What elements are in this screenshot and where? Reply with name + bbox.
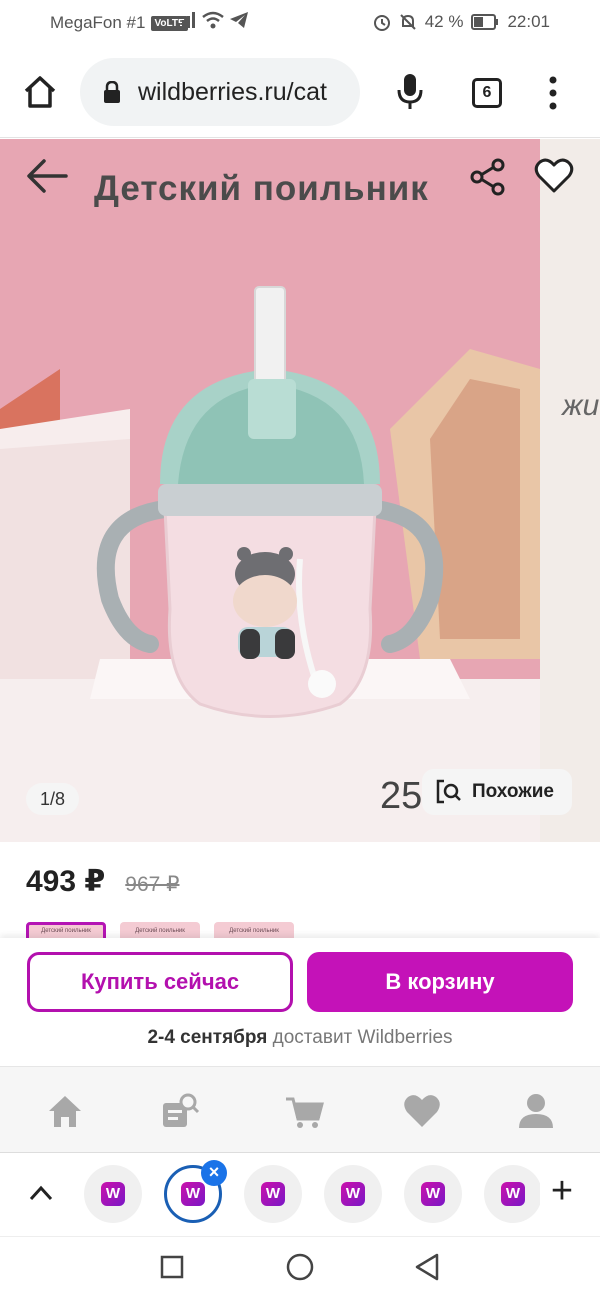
close-tab-icon[interactable]: × [201, 1160, 227, 1186]
more-menu-icon[interactable] [546, 76, 560, 110]
peek-text: жи [562, 389, 600, 422]
wifi-icon [202, 11, 224, 29]
back-triangle-icon[interactable] [414, 1253, 440, 1281]
wildberries-logo-icon: W [501, 1182, 525, 1206]
browser-toolbar: wildberries.ru/cat 6 [0, 46, 600, 138]
similar-label: Похожие [472, 781, 554, 802]
browser-tab[interactable]: W [244, 1165, 302, 1223]
browser-tab[interactable]: W [84, 1165, 142, 1223]
price-row: 493 ₽ 967 ₽ [26, 864, 180, 899]
browser-tab[interactable]: W [404, 1165, 462, 1223]
url-text: wildberries.ru/cat [138, 77, 327, 106]
status-right: 42 % 22:01 [373, 12, 550, 32]
battery-percent: 42 % [424, 12, 464, 31]
telegram-icon [230, 12, 248, 28]
delivery-dates: 2-4 сентября [147, 1027, 268, 1048]
carrier-name: MegaFon #1 [50, 13, 146, 32]
partial-image-number: 25 [380, 775, 423, 817]
lock-icon [104, 81, 120, 103]
carrier-info: MegaFon #1 VoLTE [50, 13, 188, 33]
recents-square-icon[interactable] [160, 1255, 184, 1279]
delivery-text: доставит Wildberries [267, 1027, 453, 1048]
address-bar[interactable]: wildberries.ru/cat [80, 58, 360, 126]
cart-icon[interactable] [284, 1091, 324, 1131]
wildberries-logo-icon: W [181, 1182, 205, 1206]
clock: 22:01 [507, 12, 550, 31]
buy-panel: Купить сейчас В корзину 2-4 сентября дос… [0, 938, 600, 1066]
current-price: 493 ₽ [26, 865, 106, 898]
status-bar: MegaFon #1 VoLTE 42 % 22:01 [0, 0, 600, 46]
browser-tab-strip: W W × W W W W + [0, 1152, 600, 1236]
add-to-cart-button[interactable]: В корзину [307, 952, 573, 1012]
thumbnail-option[interactable]: Детский поильник [120, 922, 200, 938]
delivery-info: 2-4 сентября доставит Wildberries [0, 1027, 600, 1049]
chevron-up-icon[interactable] [28, 1183, 54, 1203]
home-icon[interactable] [45, 1091, 85, 1131]
similar-search-icon [436, 779, 461, 804]
back-arrow-icon[interactable] [24, 155, 70, 197]
mute-bell-icon [399, 14, 416, 30]
battery-icon [471, 14, 499, 30]
favorites-icon[interactable] [402, 1091, 442, 1131]
image-counter: 1/8 [26, 783, 80, 815]
browser-tab[interactable]: W [324, 1165, 382, 1223]
microphone-icon[interactable] [396, 72, 424, 112]
color-thumbnails: Детский поильник Детский поильник Детски… [26, 922, 294, 938]
profile-icon[interactable] [516, 1091, 556, 1131]
similar-button[interactable]: Похожие [422, 769, 572, 815]
signal-icon [177, 12, 195, 28]
next-image-peek: жи [540, 139, 600, 842]
catalog-search-icon[interactable] [160, 1091, 200, 1131]
image-title-text: Детский поильник [94, 169, 429, 208]
alarm-icon [373, 15, 390, 31]
buy-now-button[interactable]: Купить сейчас [27, 952, 293, 1012]
wildberries-logo-icon: W [341, 1182, 365, 1206]
wildberries-logo-icon: W [261, 1182, 285, 1206]
tab-switcher-button[interactable]: 6 [472, 78, 502, 108]
product-image [0, 139, 540, 842]
home-icon[interactable] [22, 74, 58, 110]
system-navigation-bar [0, 1236, 600, 1299]
heart-icon[interactable] [534, 157, 574, 195]
share-icon[interactable] [468, 157, 508, 197]
new-tab-button[interactable]: + [540, 1171, 584, 1215]
wildberries-logo-icon: W [101, 1182, 125, 1206]
thumbnail-option[interactable]: Детский поильник [26, 922, 106, 938]
product-gallery[interactable]: жи Детский поильник 1/8 25 Похожие [0, 139, 600, 842]
signal-icons [176, 11, 248, 29]
browser-tab-active[interactable]: W × [164, 1160, 227, 1223]
thumbnail-option[interactable]: Детский поильник [214, 922, 294, 938]
old-price: 967 ₽ [125, 873, 180, 896]
home-circle-icon[interactable] [286, 1253, 314, 1281]
wildberries-logo-icon: W [421, 1182, 445, 1206]
browser-tab[interactable]: W [484, 1165, 542, 1223]
bottom-navigation [0, 1066, 600, 1152]
